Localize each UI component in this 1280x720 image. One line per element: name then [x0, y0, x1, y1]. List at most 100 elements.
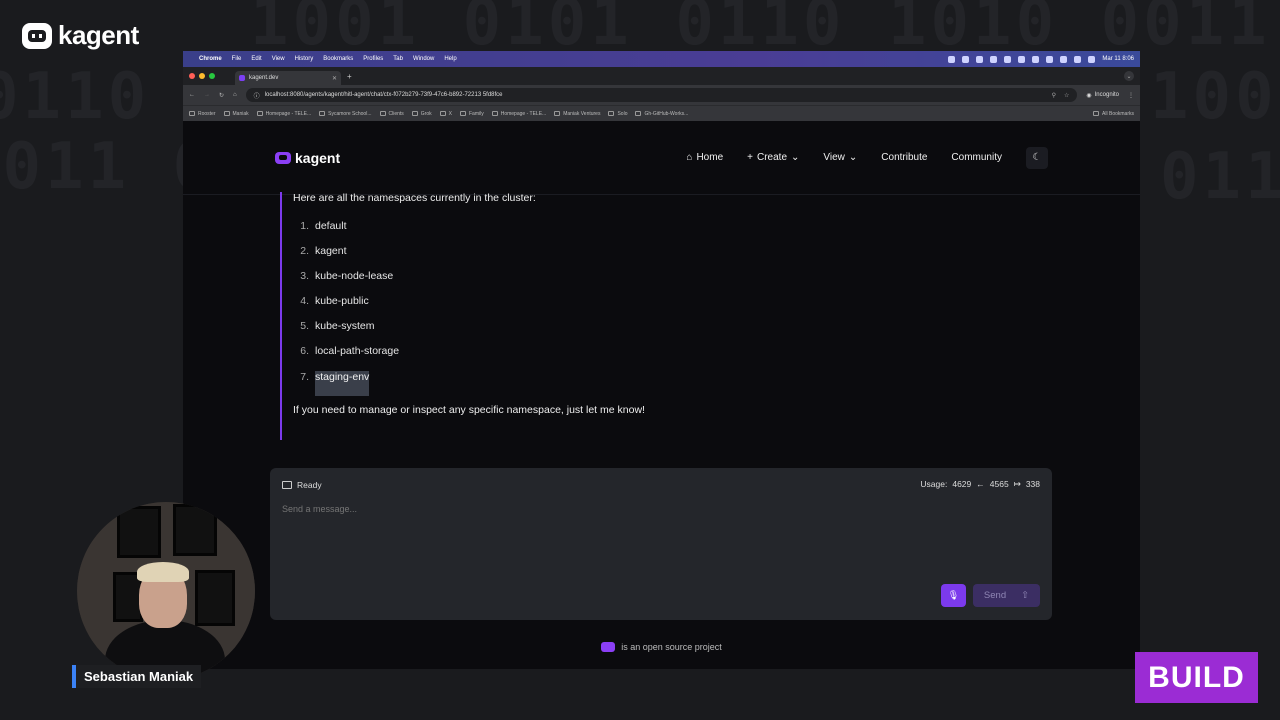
list-item: 7. staging-env	[293, 370, 700, 396]
reload-icon[interactable]: ↻	[219, 92, 224, 99]
moon-icon: ☾	[1032, 152, 1042, 163]
control-center-icon[interactable]	[1088, 55, 1096, 63]
bookmark-item[interactable]: Maniak	[223, 111, 249, 117]
back-icon[interactable]: ←	[189, 92, 195, 98]
bookmark-item[interactable]: Sycamore School...	[319, 111, 372, 117]
browser-menu-icon[interactable]: ⋮	[1128, 92, 1134, 99]
list-item: 4. kube-public	[300, 295, 369, 308]
bookmark-item[interactable]: Homepage - TELE...	[256, 111, 311, 117]
close-window-button[interactable]	[189, 73, 195, 79]
build-badge: BUILD	[1135, 652, 1258, 703]
chat-bubble-icon	[282, 480, 292, 489]
nav-contribute[interactable]: Contribute	[881, 152, 927, 163]
browser-window: Chrome File Edit View History Bookmarks …	[183, 51, 1140, 669]
tab-strip: kagent.dev ✕ + ⌄	[183, 67, 1140, 85]
site-info-icon[interactable]: ⓘ	[254, 91, 260, 100]
zoom-icon[interactable]: ⚲	[1052, 92, 1056, 99]
namespace-list: 1. default 2. kagent 3. kube-node-lease 4. k…	[293, 220, 700, 396]
menu-help[interactable]: Help	[444, 56, 456, 62]
nav-home[interactable]: ⌂ Home	[686, 152, 723, 163]
menu-edit[interactable]: Edit	[251, 56, 261, 62]
wifi-icon[interactable]	[1060, 55, 1068, 63]
status-icons: Mar 11 8:06	[948, 55, 1134, 63]
mic-button[interactable]: 🎙	[941, 584, 966, 607]
bookmark-item[interactable]: Grok	[411, 111, 432, 117]
minimize-window-button[interactable]	[199, 73, 205, 79]
menu-history[interactable]: History	[295, 56, 314, 62]
status-app-icon[interactable]	[1032, 55, 1040, 63]
nav-logo-text: kagent	[295, 149, 341, 166]
status-app-icon[interactable]	[1046, 55, 1054, 63]
bookmarks-bar: Rooster Maniak Homepage - TELE... Sycamo…	[183, 105, 1140, 121]
incognito-indicator[interactable]: ◉ Incognito	[1086, 92, 1119, 99]
home-icon: ⌂	[686, 152, 693, 163]
bookmark-item[interactable]: Maniak Ventures	[554, 111, 600, 117]
chevron-down-icon: ⌄	[791, 152, 800, 163]
bookmark-item[interactable]: Rooster	[189, 111, 216, 117]
bookmark-item[interactable]: Gh-GitHub-Works...	[635, 111, 688, 117]
token-usage: Usage: 4629 ← 4565 ↦ 338	[920, 479, 1040, 489]
presenter-webcam	[77, 502, 255, 680]
composer-header: Ready Usage: 4629 ← 4565 ↦ 338	[270, 468, 1052, 490]
home-icon[interactable]: ⌂	[233, 92, 237, 98]
bookmark-item[interactable]: Clients	[379, 111, 404, 117]
status-app-icon[interactable]	[976, 55, 984, 63]
menu-bookmarks[interactable]: Bookmarks	[323, 56, 353, 62]
tab-search-icon[interactable]: ⌄	[1124, 71, 1134, 81]
page-footer: is an open source project	[183, 642, 1140, 652]
list-item: 1. default	[300, 220, 347, 232]
send-button[interactable]: Send ⇧	[973, 584, 1040, 607]
plus-icon: +	[747, 152, 753, 163]
address-bar[interactable]: ⓘ localhost:8080/agents/kagent/hitl-agen…	[245, 88, 1078, 102]
maximize-window-button[interactable]	[209, 73, 215, 79]
status-app-icon[interactable]	[1004, 55, 1012, 63]
list-item: 3. kube-node-lease	[300, 270, 394, 283]
tab-title: kagent.dev	[249, 75, 279, 81]
brand-name: kagent	[58, 20, 139, 50]
menu-window[interactable]: Window	[413, 56, 434, 62]
theme-toggle-button[interactable]: ☾	[1026, 146, 1048, 169]
forward-icon[interactable]: →	[204, 92, 210, 98]
bookmark-item[interactable]: Solo	[608, 111, 627, 117]
arrow-right-icon: ↦	[1013, 479, 1021, 489]
bookmark-item[interactable]: Family	[459, 111, 484, 117]
kagent-brand: kagent	[22, 20, 139, 51]
nav-community[interactable]: Community	[951, 152, 1002, 163]
kagent-logo-icon	[275, 151, 291, 164]
arrow-left-icon: ←	[976, 479, 985, 489]
browser-tab[interactable]: kagent.dev ✕	[235, 71, 341, 85]
macos-menu-bar: Chrome File Edit View History Bookmarks …	[183, 51, 1140, 67]
list-item: 2. kagent	[300, 245, 347, 258]
message-input[interactable]	[282, 504, 982, 514]
bookmark-star-icon[interactable]: ☆	[1064, 92, 1069, 99]
url-text[interactable]: localhost:8080/agents/kagent/hitl-agent/…	[265, 92, 503, 98]
nav-logo[interactable]: kagent	[275, 150, 340, 166]
status-app-icon[interactable]	[990, 55, 998, 63]
kagent-logo-icon	[601, 642, 616, 652]
bookmark-item[interactable]: X	[439, 111, 452, 117]
close-tab-icon[interactable]: ✕	[332, 75, 337, 82]
kagent-page: kagent ⌂ Home + Create ⌄ View ⌄ Contribu…	[183, 121, 1140, 669]
message-intro: Here are all the namespaces currently in…	[293, 192, 536, 204]
footer-text: is an open source project	[621, 642, 722, 652]
new-tab-button[interactable]: +	[347, 72, 352, 81]
message-outro: If you need to manage or inspect any spe…	[293, 403, 645, 416]
bookmark-item[interactable]: Homepage - TELE...	[491, 111, 546, 117]
chat-composer: Ready Usage: 4629 ← 4565 ↦ 338 🎙 Send ⇧	[270, 468, 1052, 620]
nav-view-dropdown[interactable]: View ⌄	[823, 152, 857, 163]
menu-profiles[interactable]: Profiles	[363, 56, 383, 62]
battery-icon[interactable]	[1074, 55, 1082, 63]
chevron-down-icon: ⌄	[848, 152, 858, 163]
status-app-icon[interactable]	[1018, 55, 1026, 63]
menu-chrome[interactable]: Chrome	[199, 56, 222, 62]
menu-file[interactable]: File	[232, 56, 242, 62]
status-app-icon[interactable]	[962, 55, 970, 63]
menu-clock[interactable]: Mar 11 8:06	[1102, 56, 1134, 62]
status-app-icon[interactable]	[948, 55, 956, 63]
menu-tab[interactable]: Tab	[393, 56, 403, 62]
nav-create-dropdown[interactable]: + Create ⌄	[747, 152, 799, 163]
all-bookmarks-button[interactable]: All Bookmarks	[1093, 111, 1134, 117]
menu-view[interactable]: View	[272, 56, 285, 62]
microphone-icon: 🎙	[947, 590, 960, 600]
toolbar: ← → ↻ ⌂ ⓘ localhost:8080/agents/kagent/h…	[183, 85, 1140, 105]
